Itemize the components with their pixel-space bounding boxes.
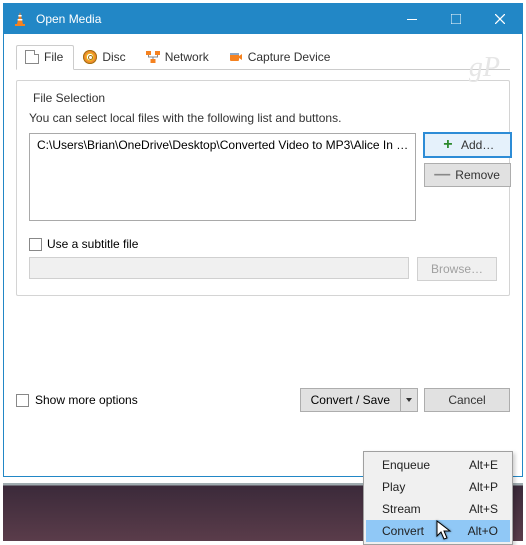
subtitle-checkbox[interactable]	[29, 238, 42, 251]
menu-item-convert[interactable]: Convert Alt+O	[366, 520, 510, 542]
menu-accel: Alt+E	[469, 458, 498, 472]
cancel-button[interactable]: Cancel	[424, 388, 510, 412]
file-selection-group: File Selection You can select local file…	[16, 80, 510, 296]
tab-disc[interactable]: Disc	[74, 45, 136, 70]
button-label: Browse…	[431, 262, 483, 276]
menu-item-play[interactable]: Play Alt+P	[366, 476, 510, 498]
menu-accel: Alt+O	[468, 524, 498, 538]
disc-icon	[83, 50, 97, 64]
add-button[interactable]: + Add…	[424, 133, 511, 157]
tab-label: File	[44, 50, 63, 64]
capture-icon	[229, 50, 243, 64]
tab-strip: File Disc Network Capture Device	[16, 42, 510, 70]
remove-button[interactable]: — Remove	[424, 163, 511, 187]
minimize-button[interactable]	[390, 4, 434, 34]
subtitle-path-field	[29, 257, 409, 279]
tab-label: Disc	[102, 50, 125, 64]
button-label: Remove	[455, 168, 500, 182]
menu-accel: Alt+S	[469, 502, 498, 516]
maximize-button[interactable]	[434, 4, 478, 34]
close-button[interactable]	[478, 4, 522, 34]
dropdown-arrow[interactable]	[400, 388, 418, 412]
plus-icon: +	[441, 138, 455, 152]
vlc-icon	[12, 11, 28, 27]
menu-label: Convert	[382, 524, 424, 538]
tab-label: Network	[165, 50, 209, 64]
menu-label: Enqueue	[382, 458, 430, 472]
hint-text: You can select local files with the foll…	[29, 111, 497, 125]
subtitle-label: Use a subtitle file	[47, 237, 138, 251]
minus-icon: —	[435, 168, 449, 182]
tab-capture[interactable]: Capture Device	[220, 45, 342, 70]
button-label: Add…	[461, 138, 494, 152]
tab-label: Capture Device	[248, 50, 331, 64]
show-more-checkbox[interactable]	[16, 394, 29, 407]
menu-label: Play	[382, 480, 405, 494]
menu-accel: Alt+P	[469, 480, 498, 494]
window-title: Open Media	[36, 12, 390, 26]
group-title: File Selection	[29, 91, 109, 105]
tab-network[interactable]: Network	[137, 45, 220, 70]
file-list[interactable]: C:\Users\Brian\OneDrive\Desktop\Converte…	[29, 133, 416, 221]
convert-save-button[interactable]: Convert / Save	[300, 388, 418, 412]
browse-button: Browse…	[417, 257, 497, 281]
button-label: Convert / Save	[311, 393, 390, 407]
menu-label: Stream	[382, 502, 421, 516]
network-icon	[146, 50, 160, 64]
convert-save-menu: Enqueue Alt+E Play Alt+P Stream Alt+S Co…	[363, 451, 513, 545]
file-item[interactable]: C:\Users\Brian\OneDrive\Desktop\Converte…	[35, 137, 410, 153]
menu-item-enqueue[interactable]: Enqueue Alt+E	[366, 454, 510, 476]
titlebar[interactable]: Open Media	[4, 4, 522, 34]
menu-item-stream[interactable]: Stream Alt+S	[366, 498, 510, 520]
open-media-dialog: Open Media gP File Disc Network Capture …	[3, 3, 523, 477]
file-icon	[25, 50, 39, 64]
show-more-label: Show more options	[35, 393, 138, 407]
tab-file[interactable]: File	[16, 45, 74, 70]
button-label: Cancel	[448, 393, 485, 407]
